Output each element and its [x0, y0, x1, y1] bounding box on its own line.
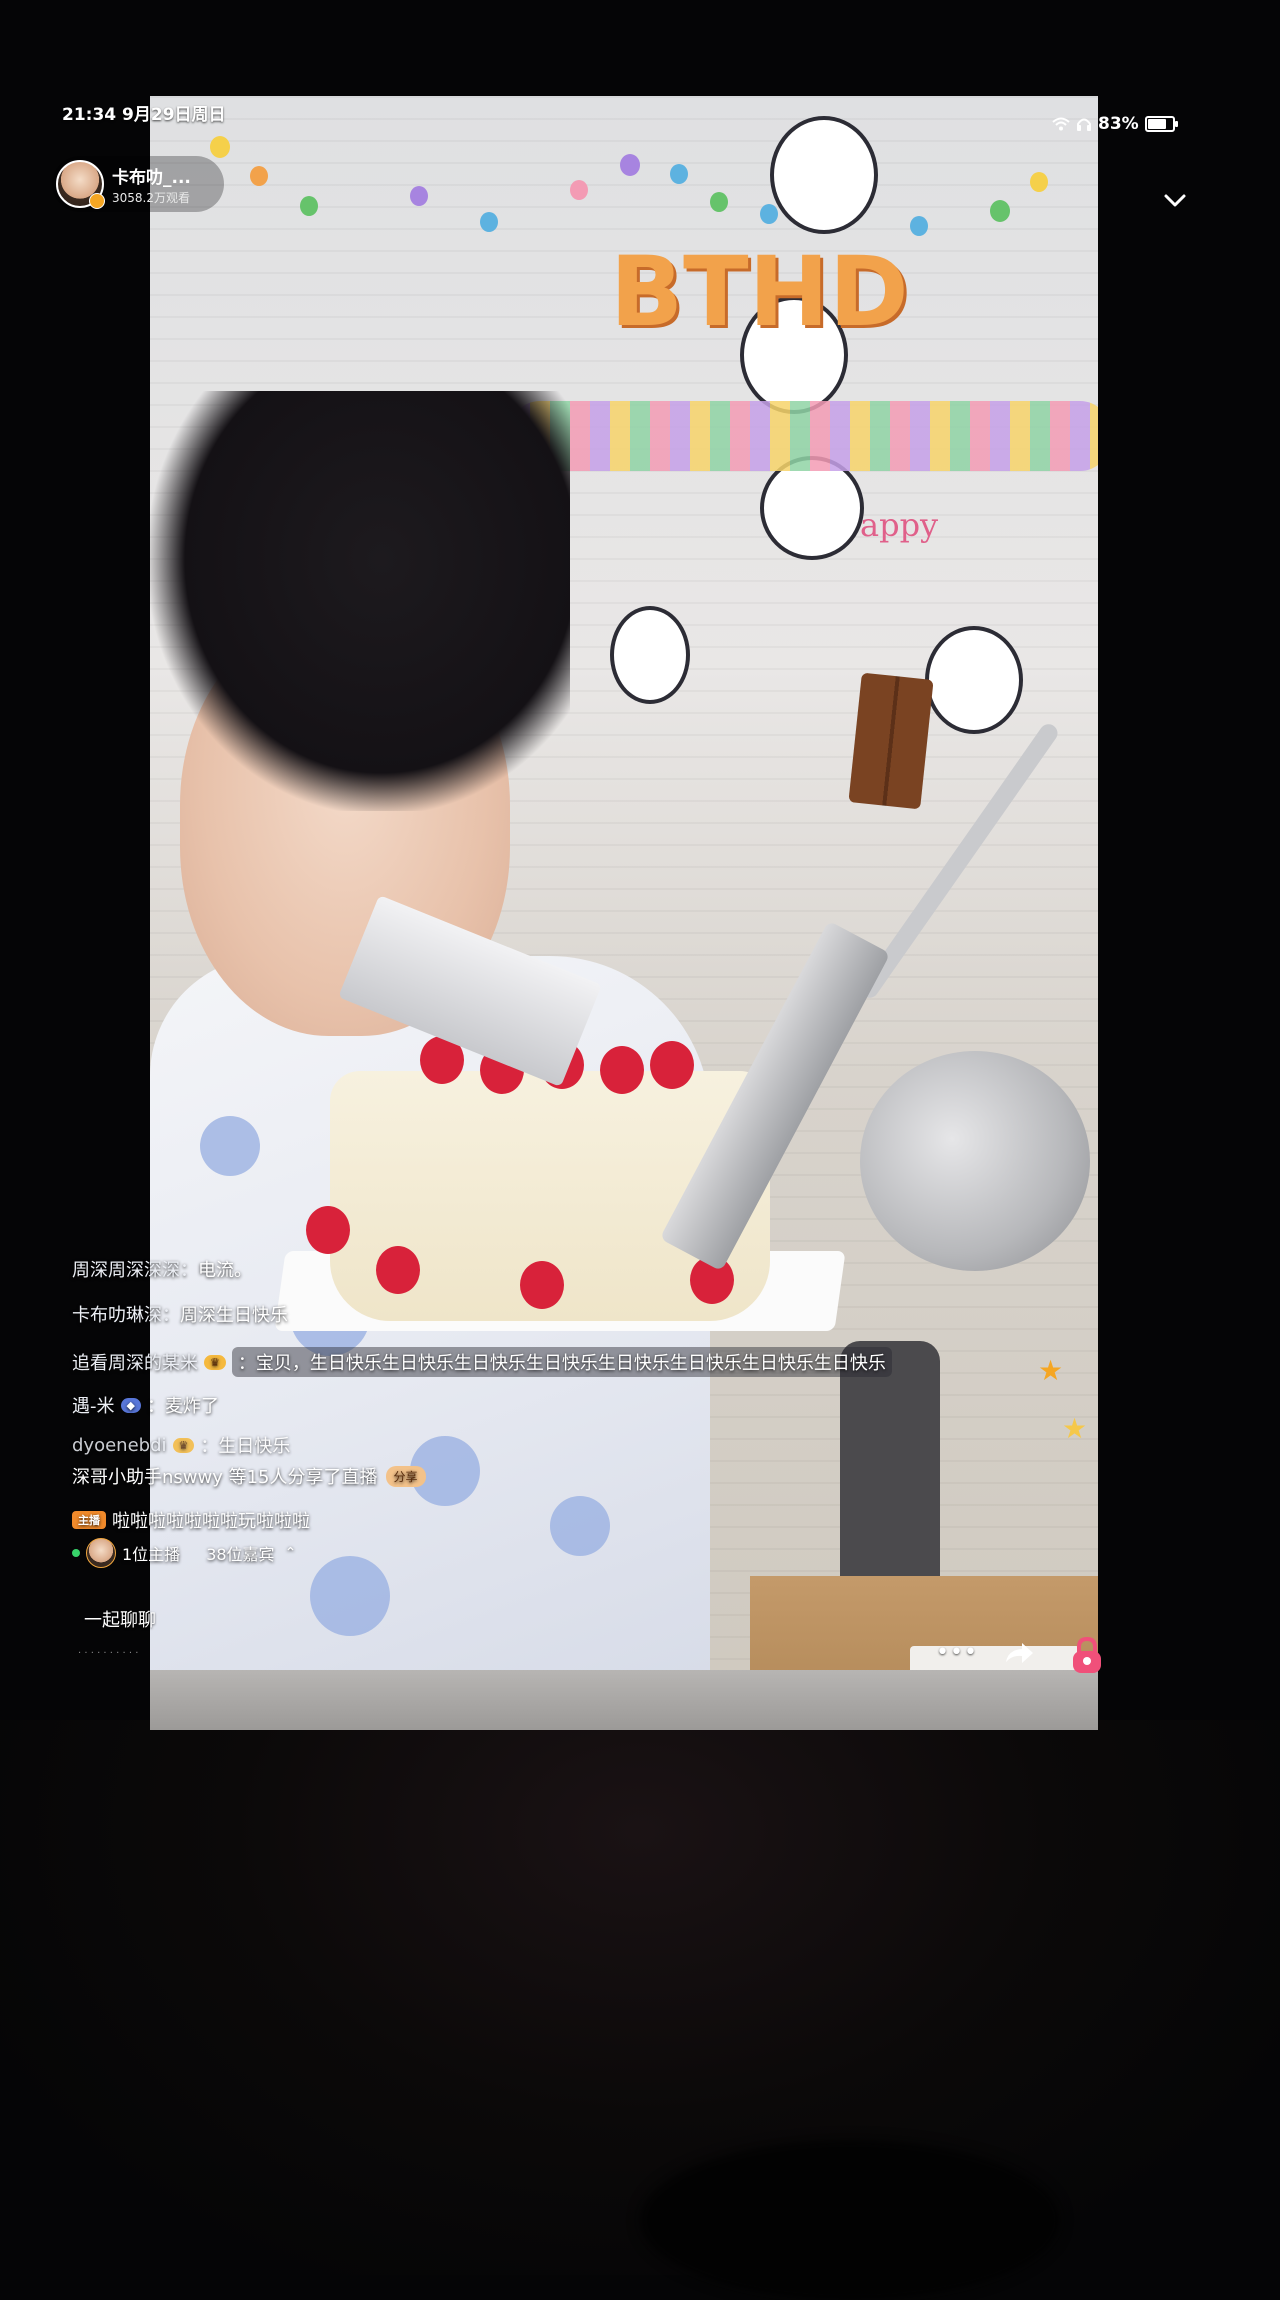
battery-fill — [1147, 119, 1166, 129]
verified-badge-icon — [89, 193, 105, 209]
host-tag: 主播 — [72, 1511, 106, 1529]
share-chip[interactable]: 分享 — [385, 1465, 426, 1487]
chat-message: 卡布叻琳深： 周深生日快乐 — [72, 1301, 288, 1327]
decoration-balloon — [300, 196, 318, 216]
anchor-views: 3058.2万观看 — [112, 190, 190, 205]
chat-text: ：麦炸了 — [146, 1396, 219, 1417]
chat-text: ：宝贝，生日快乐生日快乐生日快乐生日快乐生日快乐生日快乐生日快乐生日快乐 — [231, 1347, 892, 1377]
guest-count: 38位嘉宾 — [206, 1545, 275, 1564]
raspberry — [376, 1246, 420, 1294]
anchor-texts: 卡布叻_... 3058.2万观看 — [112, 163, 191, 206]
decoration-balloon — [760, 204, 778, 224]
raspberry — [520, 1261, 564, 1309]
shirt-flower — [200, 1116, 260, 1176]
penguin-decoration — [925, 626, 1023, 734]
share-notice-text: 深哥小助手nswwy 等15人分享了直播 — [72, 1467, 378, 1488]
battery-percent: 83% — [1098, 114, 1139, 134]
host-message: 主播 啦啦啦啦啦啦啦玩啦啦啦 — [72, 1507, 310, 1533]
wifi-icon — [1052, 117, 1070, 131]
face-decoration — [760, 456, 864, 560]
chocolate-decoration — [848, 672, 934, 810]
decoration-balloon — [410, 186, 428, 206]
anchor-avatar[interactable] — [56, 160, 105, 209]
share-notice: 深哥小助手nswwy 等15人分享了直播 分享 — [72, 1463, 426, 1489]
room-shadow — [640, 2140, 1060, 2300]
anchor-name: 卡布叻_... — [112, 167, 191, 188]
penguin-decoration — [770, 116, 878, 234]
decoration-balloon — [1030, 172, 1048, 192]
chevron-down-icon[interactable] — [1160, 186, 1190, 216]
fan-level-badge: ♛ — [204, 1354, 226, 1370]
microphone — [860, 1051, 1090, 1271]
fan-level-badge: ◆ — [120, 1397, 141, 1413]
person-hair — [150, 391, 570, 811]
lock-icon[interactable] — [1066, 1634, 1108, 1676]
penguin-decoration — [610, 606, 690, 704]
anchor-info[interactable]: 卡布叻_... 3058.2万观看 — [52, 156, 224, 212]
battery-tip — [1174, 121, 1178, 127]
happy-sign: appy — [860, 506, 939, 544]
chat-text: 周深生日快乐 — [180, 1305, 288, 1326]
host-count: 1位主播 — [122, 1545, 181, 1564]
raspberry — [306, 1206, 350, 1254]
decoration-balloon — [480, 212, 498, 232]
birthday-banner: BTHD — [610, 236, 909, 348]
status-time-date: 21:34 9月29日周日 — [62, 105, 226, 125]
star-icon: ★ — [1038, 1354, 1064, 1387]
fan-level-badge: ♛ — [172, 1437, 195, 1453]
host-message-text: 啦啦啦啦啦啦啦玩啦啦啦 — [112, 1511, 310, 1532]
decoration-balloon — [250, 166, 268, 186]
room-background — [0, 1720, 1280, 2275]
shirt-flower — [310, 1556, 390, 1636]
battery-icon — [1144, 116, 1178, 132]
decoration-balloon — [570, 180, 588, 200]
share-icon[interactable] — [1002, 1636, 1036, 1670]
decoration-balloon — [910, 216, 928, 236]
birthday-banner-text: BTHD — [610, 236, 909, 348]
shirt-flower — [550, 1496, 610, 1556]
decoration-balloon — [710, 192, 728, 212]
chat-username[interactable]: 卡布叻琳深： — [72, 1301, 180, 1327]
raspberry — [600, 1046, 644, 1094]
decoration-balloon — [670, 164, 688, 184]
chat-username[interactable]: 遇-米 — [72, 1392, 115, 1418]
more-icon[interactable]: ••• — [936, 1640, 978, 1665]
chevron-up-icon: ⌃ — [284, 1545, 297, 1561]
chat-message: dyoenebdi ♛ ：生日快乐 — [72, 1432, 290, 1458]
star-icon: ★ — [1062, 1412, 1088, 1445]
chat-message: 周深周深深深： 电流。 — [72, 1256, 252, 1282]
chat-text: 电流。 — [198, 1260, 252, 1281]
chat-username[interactable]: 周深周深深深： — [72, 1256, 198, 1282]
decoration-balloon — [620, 154, 640, 176]
headphones-icon — [1077, 118, 1091, 131]
chat-username[interactable]: 追看周深的某米 — [72, 1349, 198, 1375]
garland-decoration — [510, 401, 1098, 471]
chat-username[interactable]: dyoenebdi — [72, 1435, 167, 1456]
online-members[interactable]: 1位主播 38位嘉宾 ⌃ — [72, 1538, 296, 1568]
footnote: · · · · · · · · · · — [78, 1648, 139, 1659]
decoration-balloon — [990, 200, 1010, 222]
chat-message: 遇-米 ◆ ：麦炸了 — [72, 1392, 219, 1418]
chat-message: 追看周深的某米 ♛ ：宝贝，生日快乐生日快乐生日快乐生日快乐生日快乐生日快乐生日… — [72, 1347, 892, 1377]
host-avatar — [86, 1538, 116, 1568]
chat-text: ：生日快乐 — [200, 1436, 291, 1457]
decoration-balloon — [210, 136, 230, 158]
online-dot-icon — [72, 1549, 80, 1557]
video-bottom-edge — [150, 1670, 1098, 1730]
chat-together-button[interactable]: 一起聊聊 — [84, 1606, 156, 1632]
raspberry — [650, 1041, 694, 1089]
status-icons: 83% — [1052, 114, 1178, 134]
